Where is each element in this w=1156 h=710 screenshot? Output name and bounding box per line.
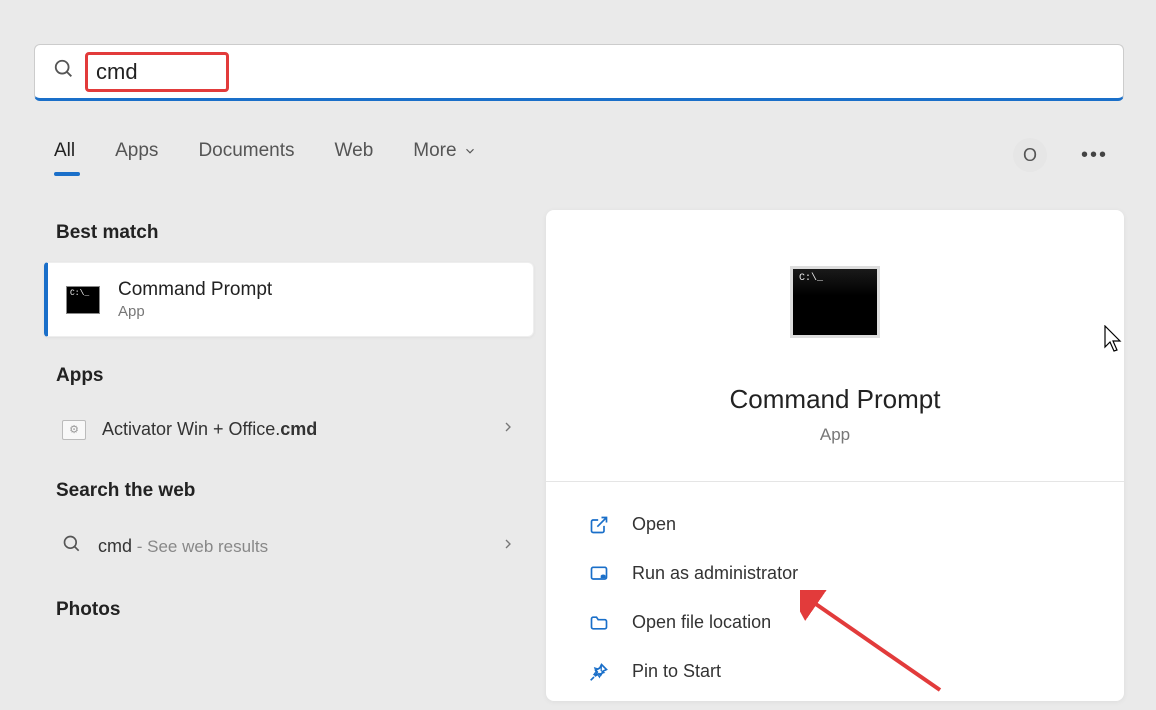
tab-apps[interactable]: Apps xyxy=(115,140,158,162)
divider xyxy=(546,481,1124,482)
folder-icon xyxy=(588,613,610,633)
section-search-web: Search the web xyxy=(56,480,534,502)
chevron-down-icon xyxy=(463,144,477,158)
shield-icon xyxy=(588,564,610,584)
action-open-label: Open xyxy=(632,514,676,535)
chevron-right-icon xyxy=(500,419,516,440)
pin-icon xyxy=(588,662,610,682)
action-open-location-label: Open file location xyxy=(632,612,771,633)
command-prompt-large-icon: C:\_ xyxy=(790,266,880,338)
tab-all[interactable]: All xyxy=(54,140,75,162)
result-subtitle: App xyxy=(118,303,272,320)
chevron-right-icon xyxy=(500,536,516,557)
user-avatar[interactable]: O xyxy=(1013,138,1047,172)
tab-web[interactable]: Web xyxy=(335,140,374,162)
cmd-file-icon: ⚙ xyxy=(62,420,86,440)
search-input[interactable] xyxy=(96,59,196,85)
action-open[interactable]: Open xyxy=(582,500,1088,549)
tab-more[interactable]: More xyxy=(413,140,476,162)
preview-title: Command Prompt xyxy=(730,384,941,415)
action-run-admin-label: Run as administrator xyxy=(632,563,798,584)
filter-tabs: All Apps Documents Web More xyxy=(54,140,477,162)
section-apps: Apps xyxy=(56,365,534,387)
preview-panel: C:\_ Command Prompt App Open Run as admi… xyxy=(546,210,1124,701)
section-photos: Photos xyxy=(56,599,534,621)
tab-more-label: More xyxy=(413,140,456,162)
search-icon xyxy=(53,58,75,85)
search-highlight-annotation xyxy=(85,52,229,92)
section-best-match: Best match xyxy=(56,222,534,244)
preview-subtitle: App xyxy=(820,425,850,445)
web-result-cmd[interactable]: cmd - See web results xyxy=(44,520,534,573)
action-run-admin[interactable]: Run as administrator xyxy=(582,549,1088,598)
best-match-result[interactable]: C:\_ Command Prompt App xyxy=(44,262,534,337)
open-external-icon xyxy=(588,515,610,535)
search-icon xyxy=(62,534,82,559)
action-open-location[interactable]: Open file location xyxy=(582,598,1088,647)
tab-documents[interactable]: Documents xyxy=(198,140,294,162)
more-options-button[interactable]: ••• xyxy=(1081,144,1108,167)
command-prompt-icon: C:\_ xyxy=(66,286,100,314)
action-pin-start-label: Pin to Start xyxy=(632,661,721,682)
search-bar[interactable] xyxy=(34,44,1124,101)
app-result-label: Activator Win + Office.cmd xyxy=(102,419,317,440)
web-result-label: cmd - See web results xyxy=(98,536,268,557)
action-pin-start[interactable]: Pin to Start xyxy=(582,647,1088,696)
app-result-activator[interactable]: ⚙ Activator Win + Office.cmd xyxy=(44,405,534,454)
result-title: Command Prompt xyxy=(118,279,272,301)
